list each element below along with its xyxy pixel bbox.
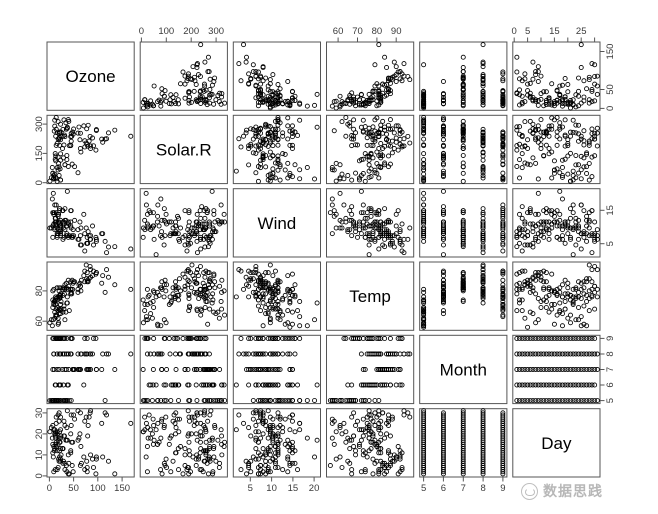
diagonal-label-wind: Wind xyxy=(258,214,297,233)
diagonal-label-ozone: Ozone xyxy=(66,67,116,86)
svg-text:50: 50 xyxy=(68,483,79,494)
svg-text:5: 5 xyxy=(605,398,616,403)
svg-text:5: 5 xyxy=(525,26,530,37)
svg-text:300: 300 xyxy=(34,116,45,132)
yaxis-right-wind: 5 15 xyxy=(600,205,616,246)
svg-text:30: 30 xyxy=(34,408,45,419)
points-group xyxy=(421,42,506,111)
svg-text:60: 60 xyxy=(333,26,344,37)
points-group xyxy=(47,408,134,477)
points-group xyxy=(327,335,413,404)
svg-text:15: 15 xyxy=(605,205,616,216)
points-group xyxy=(47,115,134,184)
yaxis-left-solarr: 0 150 300 xyxy=(34,116,47,185)
svg-text:7: 7 xyxy=(605,367,616,372)
svg-text:100: 100 xyxy=(158,26,174,37)
points-group xyxy=(236,42,320,111)
points-group xyxy=(329,115,413,184)
xaxis-bottom-month: 5 6 7 8 9 xyxy=(421,477,506,494)
svg-text:5: 5 xyxy=(421,483,426,494)
svg-text:6: 6 xyxy=(605,382,616,387)
points-group xyxy=(421,262,506,330)
svg-text:20: 20 xyxy=(309,483,320,494)
svg-text:150: 150 xyxy=(114,483,130,494)
points-group xyxy=(233,262,320,330)
points-group xyxy=(140,262,228,329)
svg-text:80: 80 xyxy=(34,286,45,297)
svg-text:100: 100 xyxy=(90,483,106,494)
svg-text:8: 8 xyxy=(605,351,616,356)
xaxis-top-temp: 60 70 80 90 xyxy=(333,26,402,42)
yaxis-left-temp: 60 80 xyxy=(34,286,47,327)
points-group xyxy=(327,408,413,477)
matrix-canvas: OzoneSolar.RWindTempMonthDay0 100 200 300 60… xyxy=(34,26,616,494)
points-group xyxy=(233,408,320,477)
svg-text:0: 0 xyxy=(34,473,45,478)
yaxis-right-month: 5 6 7 8 9 xyxy=(600,336,616,403)
svg-text:0: 0 xyxy=(34,180,45,185)
yaxis-right-ozone: 0 50 150 xyxy=(600,44,616,111)
diagonal-label-day: Day xyxy=(541,434,572,453)
points-group xyxy=(140,188,228,258)
points-group xyxy=(514,335,600,404)
svg-text:50: 50 xyxy=(605,84,616,95)
watermark-text: 数据思践 xyxy=(543,484,603,500)
points-group xyxy=(47,188,134,256)
svg-text:15: 15 xyxy=(549,26,560,37)
svg-text:200: 200 xyxy=(183,26,199,37)
xaxis-top-solarr: 0 100 200 300 xyxy=(139,26,224,42)
svg-text:15: 15 xyxy=(288,483,299,494)
points-group xyxy=(421,188,506,258)
svg-text:9: 9 xyxy=(605,336,616,341)
points-group xyxy=(514,188,600,258)
points-group xyxy=(233,335,320,404)
yaxis-left-day: 0 10 20 30 xyxy=(34,408,47,479)
diagonal-label-month: Month xyxy=(440,361,487,380)
points-group xyxy=(140,42,228,111)
xaxis-bottom-wind: 5 10 15 20 xyxy=(248,477,320,494)
svg-text:0: 0 xyxy=(512,26,517,37)
svg-text:9: 9 xyxy=(500,483,505,494)
svg-text:0: 0 xyxy=(605,106,616,111)
points-group xyxy=(329,42,413,111)
points-group xyxy=(514,262,600,330)
xaxis-bottom-ozone: 0 50 100 150 xyxy=(47,477,130,494)
svg-text:6: 6 xyxy=(441,483,446,494)
points-group xyxy=(140,335,228,404)
points-group xyxy=(233,115,320,184)
svg-text:8: 8 xyxy=(480,483,485,494)
svg-text:300: 300 xyxy=(208,26,224,37)
svg-text:10: 10 xyxy=(34,450,45,461)
points-group xyxy=(47,335,134,404)
svg-text:150: 150 xyxy=(605,44,616,60)
points-group xyxy=(47,262,134,329)
svg-text:150: 150 xyxy=(34,145,45,161)
svg-text:60: 60 xyxy=(34,316,45,327)
svg-text:25: 25 xyxy=(576,26,587,37)
points-group xyxy=(514,42,600,111)
svg-text:7: 7 xyxy=(461,483,466,494)
xaxis-top-day: 0 5 15 25 xyxy=(512,26,596,42)
watermark: 数据思践 xyxy=(521,481,603,501)
svg-text:0: 0 xyxy=(139,26,144,37)
svg-text:90: 90 xyxy=(391,26,402,37)
wechat-logo-icon xyxy=(521,482,538,500)
points-group xyxy=(514,115,600,184)
svg-text:5: 5 xyxy=(248,483,253,494)
svg-text:70: 70 xyxy=(352,26,363,37)
svg-text:5: 5 xyxy=(605,241,616,246)
svg-text:10: 10 xyxy=(266,483,277,494)
svg-text:80: 80 xyxy=(372,26,383,37)
svg-text:20: 20 xyxy=(34,429,45,440)
panel-month-solarr xyxy=(419,114,508,185)
panel-temp-day xyxy=(326,408,415,478)
diagonal-label-temp: Temp xyxy=(349,287,391,306)
points-group xyxy=(421,115,506,184)
points-group xyxy=(421,408,506,477)
diagonal-label-solarr: Solar.R xyxy=(156,141,212,160)
scatterplot-matrix-figure: Ozone Solar.R Wind Temp Month Day 0 100 200 300 60… xyxy=(0,0,658,514)
points-group xyxy=(327,188,413,258)
svg-text:0: 0 xyxy=(47,483,52,494)
points-group xyxy=(140,408,228,477)
